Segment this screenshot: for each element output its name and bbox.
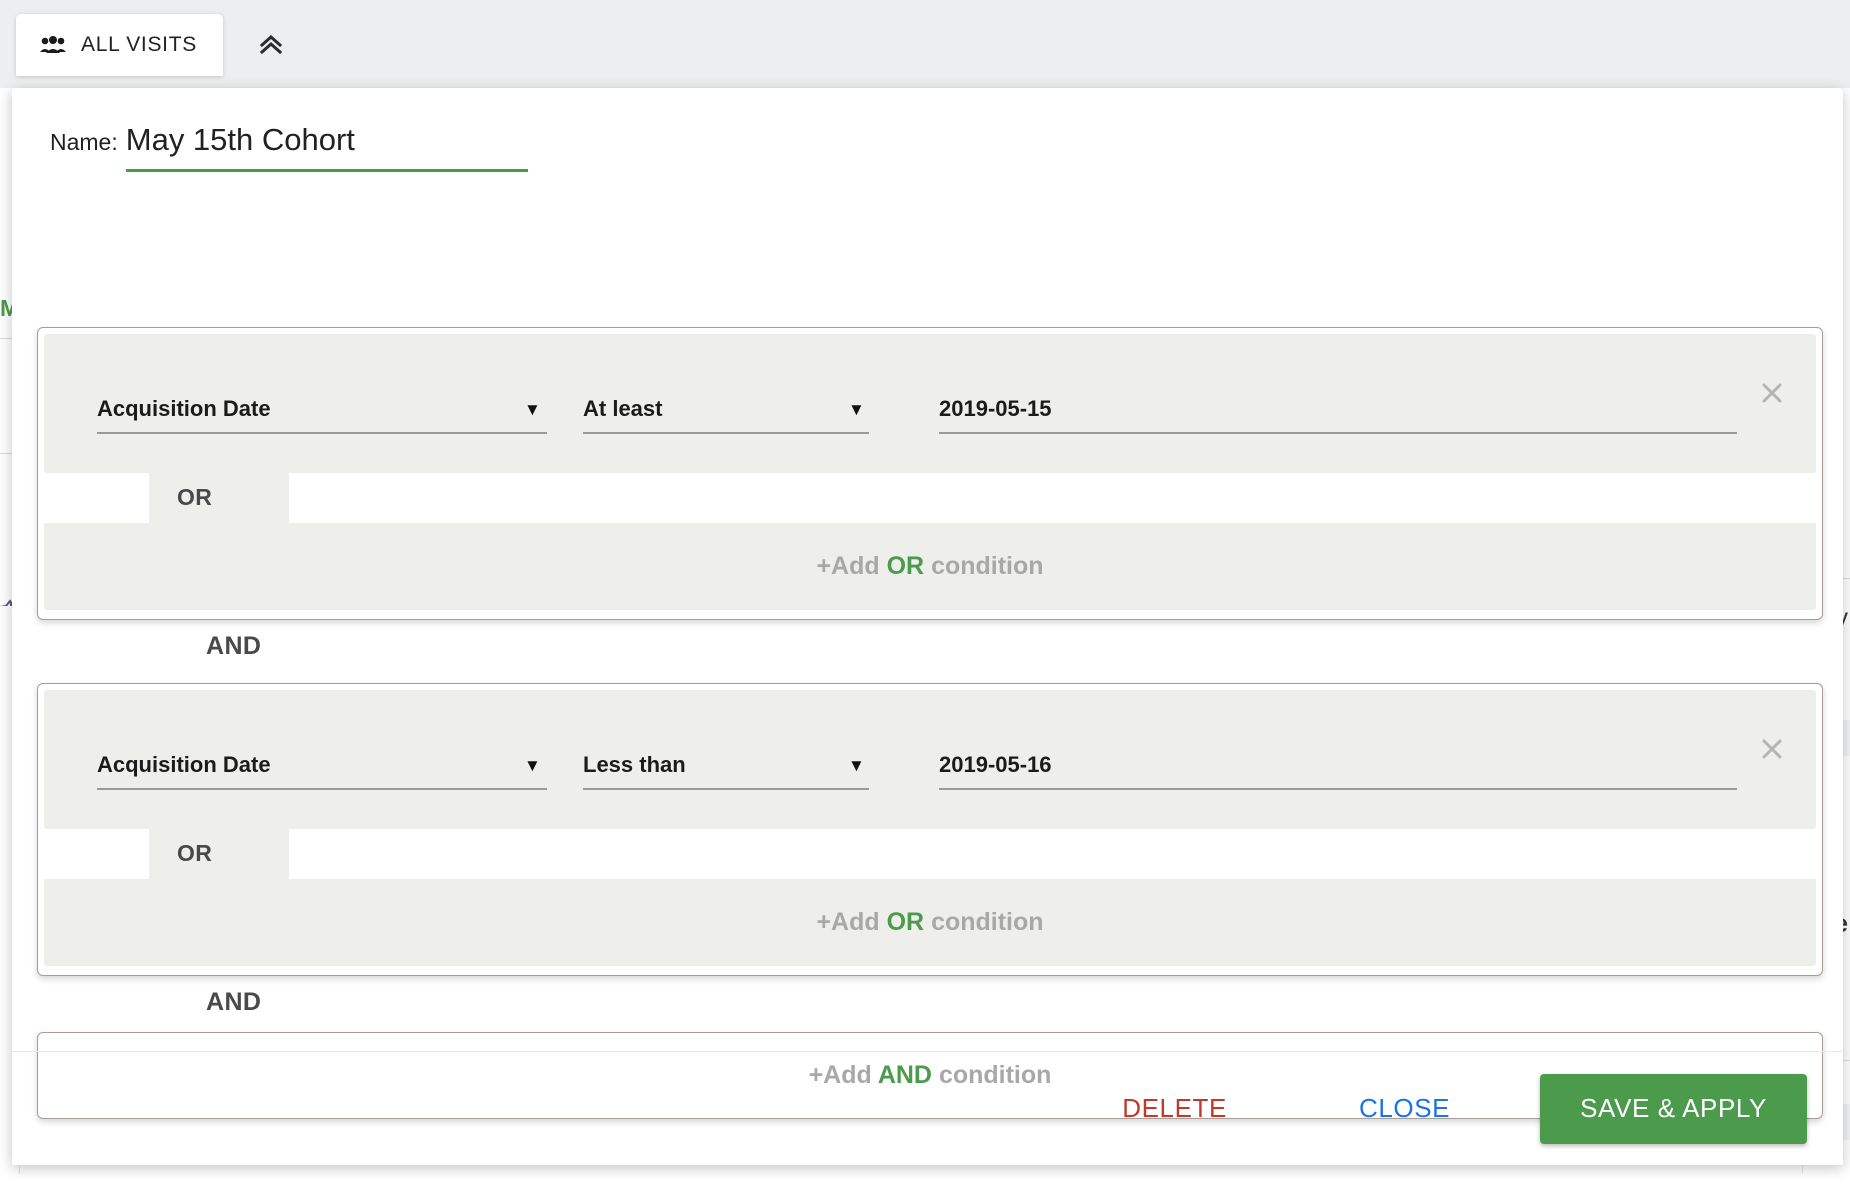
- chevron-down-icon: ▼: [848, 400, 865, 419]
- condition-operator-value: Less than: [583, 752, 686, 777]
- tab-all-visits[interactable]: ALL VISITS: [16, 14, 223, 76]
- add-or-prefix: +Add: [816, 908, 880, 936]
- or-divider-gap-right: [289, 473, 1816, 523]
- and-label: AND: [206, 632, 262, 660]
- screen: M ay ie: [0, 0, 1850, 1192]
- field-underline: [583, 788, 869, 790]
- background-bottom-strip: [0, 1174, 1850, 1192]
- or-divider-gap-left: [44, 473, 149, 523]
- or-divider-gap-left: [44, 829, 149, 879]
- add-or-keyword: OR: [886, 908, 925, 936]
- and-divider-2: AND: [12, 976, 1843, 1032]
- add-or-condition-button[interactable]: +Add OR condition: [44, 879, 1816, 966]
- or-label: OR: [177, 840, 213, 866]
- add-or-suffix: condition: [931, 908, 1044, 936]
- add-or-condition-label: +Add OR condition: [816, 908, 1043, 937]
- close-icon[interactable]: [1755, 376, 1789, 410]
- name-underline: [125, 169, 528, 172]
- and-group-1: Acquisition Date ▼ At least ▼ 2019-05-15: [37, 327, 1823, 620]
- and-label: AND: [206, 988, 262, 1016]
- people-group-icon: [40, 36, 66, 54]
- add-or-keyword: OR: [886, 552, 925, 580]
- name-label: Name:: [50, 129, 118, 155]
- cohort-editor-modal: Name: Acquisition Date ▼ At least ▼: [12, 88, 1843, 1165]
- condition-row: Acquisition Date ▼ Less than ▼ 2019-05-1…: [44, 690, 1816, 829]
- field-underline: [97, 788, 547, 790]
- field-underline: [939, 788, 1737, 790]
- field-underline: [97, 432, 547, 434]
- condition-value-text: 2019-05-15: [939, 396, 1052, 421]
- chevron-down-icon: ▼: [524, 400, 541, 419]
- chevron-down-icon: ▼: [848, 756, 865, 775]
- tab-bar: ALL VISITS: [0, 0, 1850, 88]
- condition-attribute-value: Acquisition Date: [97, 752, 271, 777]
- condition-value-text: 2019-05-16: [939, 752, 1052, 777]
- tab-all-visits-label: ALL VISITS: [81, 33, 197, 56]
- add-or-condition-button[interactable]: +Add OR condition: [44, 523, 1816, 610]
- add-or-suffix: condition: [931, 552, 1044, 580]
- modal-footer: DELETE CLOSE SAVE & APPLY: [12, 1051, 1843, 1165]
- and-group-2: Acquisition Date ▼ Less than ▼ 2019-05-1…: [37, 683, 1823, 976]
- condition-operator-value: At least: [583, 396, 663, 421]
- add-or-prefix: +Add: [816, 552, 880, 580]
- or-divider-gap-right: [289, 829, 1816, 879]
- save-and-apply-button[interactable]: SAVE & APPLY: [1540, 1073, 1807, 1144]
- or-divider: OR: [44, 473, 1816, 523]
- and-divider-1: AND: [12, 620, 1843, 676]
- name-row: Name:: [50, 122, 528, 172]
- double-chevron-up-icon[interactable]: [249, 25, 293, 65]
- or-label: OR: [177, 484, 213, 510]
- close-icon[interactable]: [1755, 732, 1789, 766]
- field-underline: [939, 432, 1737, 434]
- chevron-down-icon: ▼: [524, 756, 541, 775]
- condition-attribute-value: Acquisition Date: [97, 396, 271, 421]
- add-or-condition-label: +Add OR condition: [816, 552, 1043, 581]
- name-input-wrap: [125, 122, 528, 172]
- field-underline: [583, 432, 869, 434]
- close-button[interactable]: CLOSE: [1341, 1081, 1468, 1136]
- delete-button[interactable]: DELETE: [1104, 1081, 1245, 1136]
- cohort-name-input[interactable]: [125, 122, 528, 164]
- condition-row: Acquisition Date ▼ At least ▼ 2019-05-15: [44, 334, 1816, 473]
- or-divider: OR: [44, 829, 1816, 879]
